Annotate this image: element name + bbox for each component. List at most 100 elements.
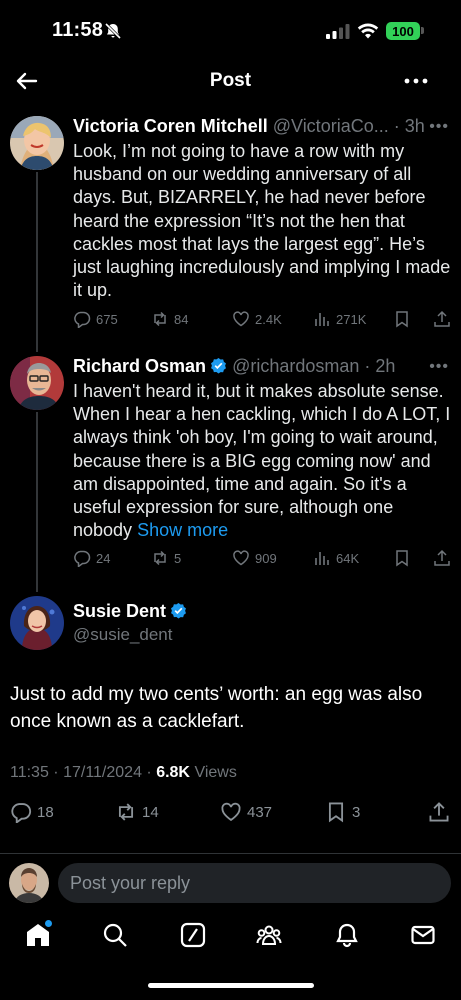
repost-icon bbox=[154, 550, 166, 566]
repost-count: 5 bbox=[174, 550, 182, 566]
user-avatar[interactable] bbox=[9, 863, 49, 903]
main-post-meta: 11:35 · 17/11/2024 · 6.8K Views bbox=[10, 764, 237, 782]
views-button[interactable]: 64K bbox=[313, 549, 359, 567]
bell-muted-icon bbox=[104, 22, 122, 40]
reply-input[interactable] bbox=[58, 863, 451, 903]
post-more-icon[interactable]: ••• bbox=[429, 358, 449, 376]
status-time: 11:58 bbox=[52, 19, 104, 41]
thread-connector bbox=[36, 412, 38, 592]
author-name[interactable]: Victoria Coren Mitchell bbox=[73, 116, 268, 136]
home-notification-dot bbox=[45, 920, 52, 927]
reply-count: 675 bbox=[96, 311, 118, 327]
repost-button[interactable]: 5 bbox=[151, 549, 181, 567]
bookmark-button[interactable]: 3 bbox=[325, 801, 360, 823]
main-post-actions: 18 14 437 3 bbox=[0, 801, 461, 827]
post-timestamp: 11:35 · 17/11/2024 · bbox=[10, 764, 152, 781]
avatar[interactable] bbox=[10, 596, 64, 650]
author-handle[interactable]: @VictoriaCo... bbox=[273, 116, 389, 136]
like-icon bbox=[233, 550, 249, 566]
views-count: 271K bbox=[336, 311, 367, 327]
like-button[interactable]: 2.4K bbox=[232, 310, 282, 328]
post-text: I haven't heard it, but it makes absolut… bbox=[73, 380, 451, 542]
views-count[interactable]: 6.8K bbox=[156, 764, 190, 781]
battery-tip bbox=[421, 27, 424, 34]
post-more-icon[interactable]: ••• bbox=[429, 118, 449, 136]
page-title: Post bbox=[209, 70, 252, 91]
views-button[interactable]: 271K bbox=[313, 310, 366, 328]
main-post-text: Just to add my two cents’ worth: an egg … bbox=[10, 684, 423, 732]
tab-communities[interactable] bbox=[256, 922, 284, 950]
share-button[interactable] bbox=[428, 801, 450, 823]
share-button[interactable] bbox=[433, 549, 451, 567]
wifi-icon bbox=[357, 23, 379, 39]
bookmark-icon bbox=[328, 802, 344, 823]
reply-icon bbox=[74, 550, 91, 567]
thread-post[interactable]: Victoria Coren Mitchell @VictoriaCo... ·… bbox=[0, 104, 461, 352]
share-icon bbox=[429, 802, 449, 822]
reply-button[interactable]: 18 bbox=[10, 801, 54, 823]
reply-button[interactable]: 24 bbox=[73, 549, 110, 567]
signal-icon bbox=[326, 24, 350, 39]
bookmark-icon bbox=[396, 311, 408, 328]
like-icon bbox=[233, 311, 249, 327]
share-icon bbox=[434, 310, 450, 327]
repost-icon bbox=[118, 803, 134, 821]
repost-button[interactable]: 14 bbox=[115, 801, 159, 823]
tab-search[interactable] bbox=[102, 922, 130, 950]
reply-icon bbox=[74, 311, 91, 328]
more-icon[interactable] bbox=[403, 72, 429, 90]
like-button[interactable]: 437 bbox=[220, 801, 272, 823]
like-icon bbox=[221, 802, 241, 822]
like-count: 909 bbox=[255, 550, 277, 566]
post-header-line: Richard Osman @richardosman · 2h bbox=[73, 356, 449, 377]
author-name[interactable]: Susie Dent bbox=[73, 601, 166, 621]
bookmark-icon bbox=[396, 550, 408, 567]
tab-bar bbox=[0, 912, 461, 962]
post-actions: 675 84 2.4K 271K bbox=[73, 310, 451, 332]
repost-button[interactable]: 84 bbox=[151, 310, 188, 328]
share-icon bbox=[434, 549, 450, 566]
post-text: Look, I’m not going to have a row with m… bbox=[73, 141, 451, 301]
author-handle[interactable]: @richardosman bbox=[232, 356, 359, 376]
post-time: · 3h bbox=[393, 116, 425, 136]
home-indicator bbox=[148, 983, 314, 988]
post-header-line: Victoria Coren Mitchell @VictoriaCo... ·… bbox=[73, 116, 449, 137]
tab-messages[interactable] bbox=[410, 922, 438, 950]
repost-count: 84 bbox=[174, 311, 189, 327]
like-count: 437 bbox=[247, 803, 273, 821]
avatar[interactable] bbox=[10, 116, 64, 170]
search-icon bbox=[103, 923, 127, 947]
views-icon bbox=[315, 313, 329, 326]
thread-connector bbox=[36, 172, 38, 352]
repost-count: 14 bbox=[142, 803, 159, 821]
views-icon bbox=[315, 552, 329, 565]
messages-icon bbox=[411, 925, 435, 945]
share-button[interactable] bbox=[433, 310, 451, 328]
divider bbox=[0, 853, 461, 854]
post-header: Post bbox=[0, 60, 461, 104]
views-label: Views bbox=[194, 764, 237, 781]
reply-count: 18 bbox=[37, 803, 54, 821]
reply-button[interactable]: 675 bbox=[73, 310, 118, 328]
bookmark-button[interactable] bbox=[393, 310, 411, 328]
like-count: 2.4K bbox=[255, 311, 282, 327]
reply-bar bbox=[0, 858, 461, 910]
main-author-name[interactable]: Susie Dent bbox=[73, 601, 187, 622]
communities-icon bbox=[256, 925, 282, 945]
like-button[interactable]: 909 bbox=[232, 549, 277, 567]
show-more-link[interactable]: Show more bbox=[137, 520, 228, 540]
avatar[interactable] bbox=[10, 356, 64, 410]
repost-icon bbox=[154, 311, 166, 327]
post-time: · 2h bbox=[364, 356, 396, 376]
author-name[interactable]: Richard Osman bbox=[73, 356, 206, 376]
post-actions: 24 5 909 64K bbox=[73, 549, 451, 571]
tab-grok[interactable] bbox=[180, 922, 208, 950]
verified-icon bbox=[211, 357, 227, 374]
reply-count: 24 bbox=[96, 550, 111, 566]
main-author-handle[interactable]: @susie_dent bbox=[73, 625, 173, 645]
notifications-icon bbox=[336, 923, 358, 948]
bookmark-button[interactable] bbox=[393, 549, 411, 567]
tab-notifications[interactable] bbox=[334, 922, 362, 950]
thread-post[interactable]: Richard Osman @richardosman · 2h ••• I h… bbox=[0, 352, 461, 592]
grok-icon bbox=[180, 922, 206, 948]
